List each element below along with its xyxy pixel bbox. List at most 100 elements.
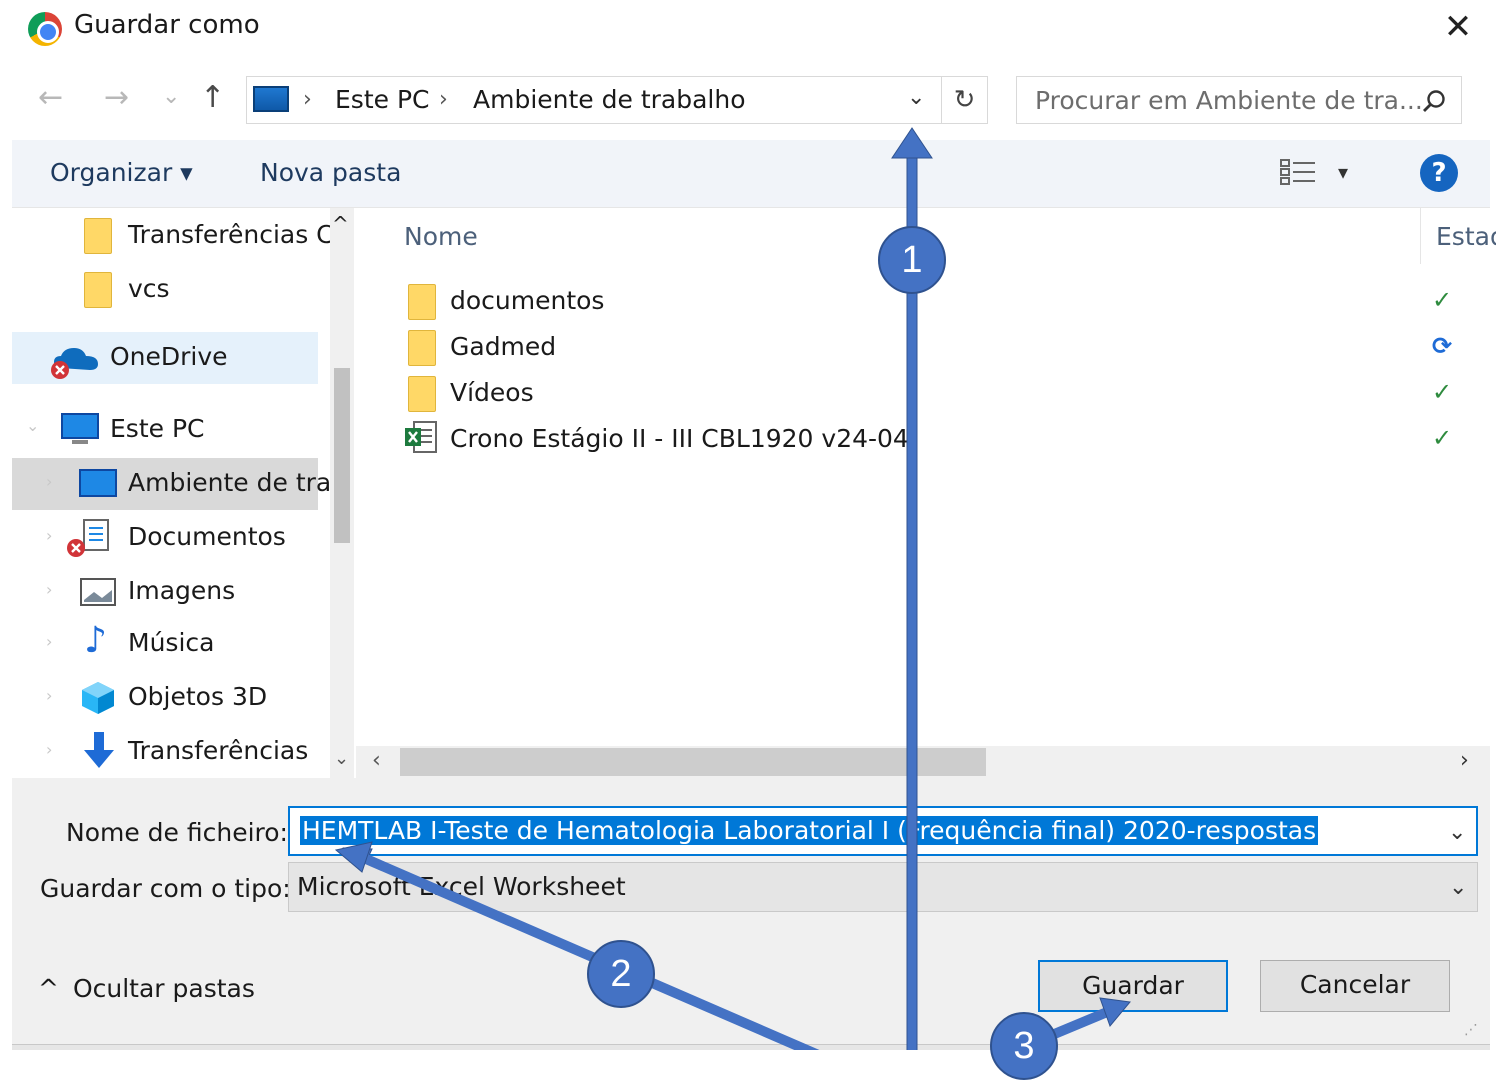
excel-file-icon (405, 421, 437, 453)
up-icon[interactable]: ↑ (200, 80, 225, 115)
sidebar-item-label: Transferências C (128, 220, 334, 249)
sidebar-item-imagens[interactable]: › Imagens (12, 566, 318, 618)
sidebar-item-vcs[interactable]: vcs (12, 264, 318, 316)
list-item[interactable]: Gadmed ⟳ (404, 326, 1484, 372)
refresh-button[interactable]: ↻ (942, 76, 988, 124)
filename-input[interactable]: HEMTLAB I-Teste de Hematologia Laborator… (288, 806, 1478, 856)
organize-button[interactable]: Organizar ▾ (50, 158, 193, 187)
command-toolbar: Organizar ▾ Nova pasta ▾ ? (12, 140, 1490, 208)
column-header-status[interactable]: Estad (1436, 222, 1496, 251)
list-item[interactable]: Crono Estágio II - III CBL1920 v24-04 ✓ (404, 418, 1484, 464)
filetype-label: Guardar com o tipo: (40, 874, 291, 903)
filename-value: HEMTLAB I-Teste de Hematologia Laborator… (300, 816, 1319, 845)
resize-grip-icon[interactable]: ⋰ (1464, 1022, 1478, 1038)
sidebar-item-label: Objetos 3D (128, 682, 268, 711)
file-list-pane: Nome Estad documentos ✓ Gadmed ⟳ Vídeos … (356, 208, 1496, 778)
address-bar[interactable]: › Este PC › Ambiente de trabalho ⌄ (246, 76, 942, 124)
chevron-down-icon[interactable]: ⌄ (907, 85, 925, 110)
cancel-button[interactable]: Cancelar (1260, 960, 1450, 1012)
view-dropdown-icon[interactable]: ▾ (1338, 160, 1348, 184)
sidebar-item-objetos-3d[interactable]: › Objetos 3D (12, 672, 318, 724)
sidebar-item-label: vcs (128, 274, 170, 303)
sidebar-item-documentos[interactable]: › Documentos (12, 512, 318, 564)
scroll-down-icon[interactable]: ⌄ (334, 748, 349, 769)
sidebar-item-label: Documentos (128, 522, 286, 551)
scroll-right-icon[interactable]: › (1460, 748, 1469, 773)
breadcrumb-separator: › (303, 87, 312, 112)
hide-folders-label: Ocultar pastas (72, 974, 255, 1003)
hide-folders-button[interactable]: ^ Ocultar pastas (38, 974, 255, 1003)
sync-ok-icon: ✓ (1432, 378, 1453, 406)
sidebar-scrollbar[interactable]: ^ ⌄ (330, 208, 354, 778)
scrollbar-thumb[interactable] (334, 368, 350, 543)
chevron-right-icon[interactable]: › (46, 580, 52, 599)
scroll-left-icon[interactable]: ‹ (372, 748, 381, 773)
filename-label: Nome de ficheiro: (66, 818, 288, 847)
chevron-right-icon[interactable]: › (46, 526, 52, 545)
sidebar-item-label: Música (128, 628, 215, 657)
sidebar-item-transferencias[interactable]: › Transferências (12, 726, 318, 778)
file-name: Crono Estágio II - III CBL1920 v24-04 (450, 424, 909, 453)
new-folder-button[interactable]: Nova pasta (260, 158, 401, 187)
window-title: Guardar como (74, 10, 260, 40)
sync-ok-icon: ✓ (1432, 424, 1453, 452)
sidebar-item-este-pc[interactable]: ⌄ Este PC (12, 404, 318, 456)
column-divider[interactable] (1420, 208, 1421, 264)
folder-icon (408, 376, 436, 412)
scroll-up-icon[interactable]: ^ (332, 212, 349, 236)
help-icon[interactable]: ? (1420, 154, 1458, 192)
scrollbar-thumb[interactable] (400, 748, 986, 776)
sidebar-item-label: Transferências (128, 736, 309, 765)
filetype-value: Microsoft Excel Worksheet (297, 872, 626, 901)
navigation-pane: Transferências C vcs OneDrive ⌄ Este PC … (12, 208, 354, 778)
filetype-select[interactable]: Microsoft Excel Worksheet ⌄ (288, 862, 1478, 912)
list-item[interactable]: documentos ✓ (404, 280, 1484, 326)
forward-icon[interactable]: → (104, 80, 129, 115)
chevron-right-icon[interactable]: › (46, 472, 52, 491)
chevron-right-icon[interactable]: › (46, 632, 52, 651)
documents-icon (67, 519, 109, 557)
chevron-right-icon[interactable]: › (46, 740, 52, 759)
desktop-icon (79, 469, 117, 497)
sidebar-item-onedrive[interactable]: OneDrive (12, 332, 318, 384)
search-icon[interactable] (1421, 89, 1447, 115)
syncing-icon: ⟳ (1432, 332, 1453, 360)
computer-icon (61, 413, 99, 444)
folder-icon (408, 330, 436, 366)
breadcrumb-este-pc[interactable]: Este PC (335, 85, 429, 114)
annotation-badge-1: 1 (878, 226, 946, 294)
folder-icon (84, 272, 112, 308)
column-header-name[interactable]: Nome (404, 222, 478, 251)
file-name: Gadmed (450, 332, 557, 361)
file-name: Vídeos (450, 378, 534, 407)
close-button[interactable]: ✕ (1436, 6, 1480, 50)
chevron-down-icon[interactable]: ⌄ (1448, 820, 1466, 845)
save-form: Nome de ficheiro: HEMTLAB I-Teste de Hem… (12, 778, 1490, 1050)
chevron-down-icon[interactable]: ⌄ (1449, 875, 1467, 900)
search-input[interactable]: Procurar em Ambiente de tra... (1016, 76, 1462, 124)
list-item[interactable]: Vídeos ✓ (404, 372, 1484, 418)
onedrive-cloud-icon (51, 348, 98, 379)
horizontal-scrollbar[interactable]: ‹ › (356, 746, 1490, 778)
file-name: documentos (450, 286, 605, 315)
sidebar-item-transferencias-c[interactable]: Transferências C (12, 210, 334, 262)
sync-ok-icon: ✓ (1432, 286, 1453, 314)
sidebar-item-musica[interactable]: › ♪ Música (12, 618, 318, 670)
chrome-logo-icon (28, 12, 62, 46)
search-placeholder: Procurar em Ambiente de tra... (1035, 86, 1423, 115)
breadcrumb-ambiente-de-trabalho[interactable]: Ambiente de trabalho (473, 85, 746, 114)
sidebar-item-label: OneDrive (110, 342, 228, 371)
chevron-right-icon[interactable]: › (46, 686, 52, 705)
back-icon[interactable]: ← (38, 80, 63, 115)
sidebar-item-label: Este PC (110, 414, 205, 443)
save-button[interactable]: Guardar (1038, 960, 1228, 1012)
3d-objects-icon (82, 682, 114, 714)
pictures-icon (80, 578, 116, 606)
folder-icon (84, 218, 112, 254)
folder-icon (408, 284, 436, 320)
sidebar-item-label: Ambiente de tra (128, 468, 332, 497)
sidebar-item-ambiente-de-trabalho[interactable]: › Ambiente de tra (12, 458, 331, 510)
recent-locations-icon[interactable]: ⌄ (162, 84, 180, 109)
view-options-icon[interactable] (1280, 158, 1316, 186)
chevron-down-icon[interactable]: ⌄ (26, 416, 39, 435)
